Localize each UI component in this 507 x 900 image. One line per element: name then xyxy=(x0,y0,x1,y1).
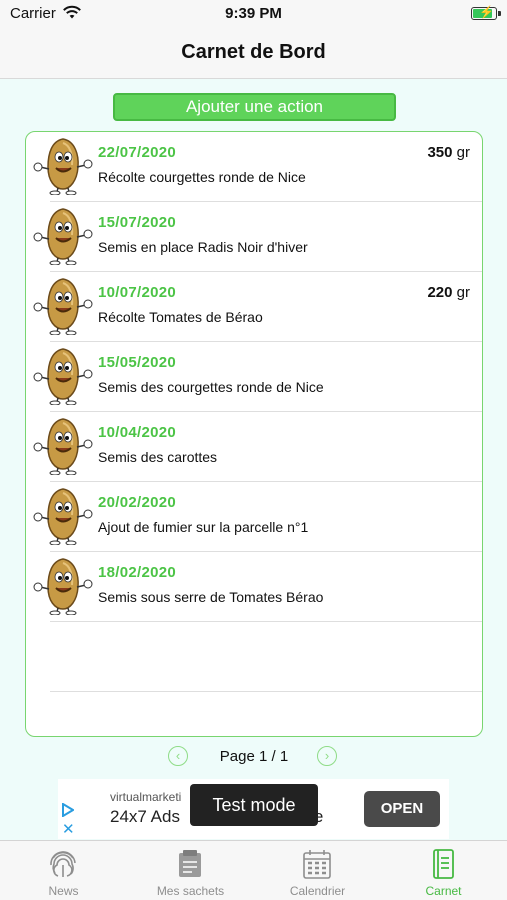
entry-date: 18/02/2020 xyxy=(98,564,177,581)
list-item[interactable]: 15/07/2020 Semis en place Radis Noir d'h… xyxy=(26,202,482,272)
next-page-button[interactable]: › xyxy=(317,746,337,766)
list-item[interactable]: 10/04/2020 Semis des carottes xyxy=(26,412,482,482)
entry-date: 20/02/2020 xyxy=(98,494,177,511)
seed-packet-icon xyxy=(179,850,201,877)
logbook-list: 22/07/2020 350 gr Récolte courgettes ron… xyxy=(25,131,483,737)
add-action-button[interactable]: Ajouter une action xyxy=(113,93,396,121)
entry-date: 22/07/2020 xyxy=(98,144,177,161)
seed-mascot-icon xyxy=(32,137,94,195)
tab-label: News xyxy=(48,884,79,898)
seed-mascot-icon xyxy=(32,207,94,265)
entry-description: Récolte Tomates de Bérao xyxy=(98,309,263,325)
battery-icon: ⚡ xyxy=(471,5,501,20)
navigation-bar: Carnet de Bord xyxy=(0,28,507,79)
entry-date: 15/07/2020 xyxy=(98,214,177,231)
previous-page-button[interactable]: ‹ xyxy=(168,746,188,766)
entry-description: Récolte courgettes ronde de Nice xyxy=(98,169,306,185)
entry-quantity: 350 gr xyxy=(427,144,470,161)
ad-choices-icon[interactable] xyxy=(62,803,74,817)
divider xyxy=(50,691,482,692)
entry-quantity: 220 gr xyxy=(427,284,470,301)
entry-description: Semis sous serre de Tomates Bérao xyxy=(98,589,324,605)
tab-calendrier[interactable]: Calendrier xyxy=(254,841,381,900)
list-empty-row xyxy=(26,622,482,692)
tab-label: Carnet xyxy=(425,884,462,898)
calendar-icon xyxy=(303,850,331,879)
notebook-icon xyxy=(433,849,454,879)
chevron-left-circle-icon: ‹ xyxy=(175,748,181,763)
seed-mascot-icon xyxy=(32,557,94,615)
entry-description: Semis en place Radis Noir d'hiver xyxy=(98,239,308,255)
status-bar: Carrier 9:39 PM ⚡ xyxy=(0,0,507,28)
clock: 9:39 PM xyxy=(225,5,282,22)
entry-description: Semis des courgettes ronde de Nice xyxy=(98,379,324,395)
list-item[interactable]: 18/02/2020 Semis sous serre de Tomates B… xyxy=(26,552,482,622)
fingerprint-icon xyxy=(50,851,76,877)
ad-open-button[interactable]: OPEN xyxy=(364,791,440,827)
tab-news[interactable]: News xyxy=(0,841,127,900)
list-item[interactable]: 10/07/2020 220 gr Récolte Tomates de Bér… xyxy=(26,272,482,342)
entry-date: 10/04/2020 xyxy=(98,424,177,441)
list-item[interactable]: 22/07/2020 350 gr Récolte courgettes ron… xyxy=(26,132,482,202)
entry-description: Ajout de fumier sur la parcelle n°1 xyxy=(98,519,309,535)
tab-label: Mes sachets xyxy=(156,884,225,898)
page-title: Carnet de Bord xyxy=(181,41,326,63)
list-item[interactable]: 15/05/2020 Semis des courgettes ronde de… xyxy=(26,342,482,412)
list-item[interactable]: 20/02/2020 Ajout de fumier sur la parcel… xyxy=(26,482,482,552)
tab-label: Calendrier xyxy=(289,884,346,898)
chevron-right-circle-icon: › xyxy=(324,748,330,763)
seed-mascot-icon xyxy=(32,277,94,335)
tab-mes-sachets[interactable]: Mes sachets xyxy=(127,841,254,900)
ad-domain: virtualmarketi xyxy=(110,790,182,804)
entry-description: Semis des carottes xyxy=(98,449,218,465)
tab-bar: News Mes sachets Calendrier Carnet xyxy=(0,840,507,900)
seed-mascot-icon xyxy=(32,347,94,405)
page-indicator: Page 1 / 1 xyxy=(219,748,289,765)
test-mode-toast: Test mode xyxy=(190,784,318,826)
entry-date: 15/05/2020 xyxy=(98,354,177,371)
seed-mascot-icon xyxy=(32,417,94,475)
ad-close-icon[interactable]: ✕ xyxy=(62,820,75,838)
tab-carnet[interactable]: Carnet xyxy=(380,841,507,900)
seed-mascot-icon xyxy=(32,487,94,545)
entry-date: 10/07/2020 xyxy=(98,284,177,301)
